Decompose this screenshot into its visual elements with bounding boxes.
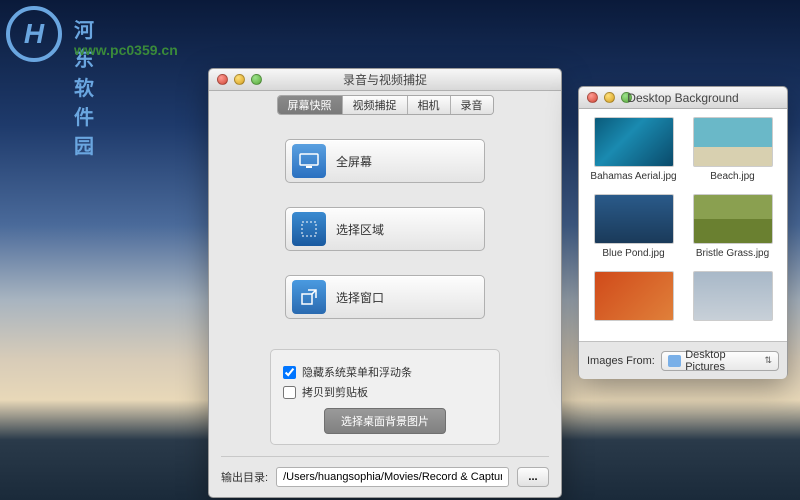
list-item[interactable] bbox=[684, 271, 781, 333]
titlebar[interactable]: 录音与视频捕捉 bbox=[209, 69, 561, 91]
images-from-label: Images From: bbox=[587, 355, 655, 367]
image-thumb bbox=[693, 117, 773, 167]
image-thumb bbox=[594, 117, 674, 167]
window-button[interactable]: 选择窗口 bbox=[285, 275, 485, 319]
window-title: Desktop Background bbox=[579, 91, 787, 105]
image-thumb bbox=[693, 271, 773, 321]
list-item[interactable]: Bahamas Aerial.jpg bbox=[585, 117, 682, 190]
tab-audio[interactable]: 录音 bbox=[451, 96, 493, 114]
hide-menu-label: 隐藏系统菜单和浮动条 bbox=[302, 364, 412, 380]
capture-window: 录音与视频捕捉 屏幕快照 视频捕捉 相机 录音 全屏幕 选择区域 选择窗口 bbox=[208, 68, 562, 498]
watermark-url: www.pc0359.cn bbox=[74, 42, 178, 58]
region-button[interactable]: 选择区域 bbox=[285, 207, 485, 251]
thumb-caption: Bristle Grass.jpg bbox=[696, 248, 769, 259]
thumb-caption: Blue Pond.jpg bbox=[602, 248, 664, 259]
tab-bar: 屏幕快照 视频捕捉 相机 录音 bbox=[209, 91, 561, 119]
tab-video[interactable]: 视频捕捉 bbox=[343, 96, 408, 114]
monitor-icon bbox=[292, 144, 326, 178]
watermark-brand: 河东软件园 bbox=[74, 14, 94, 159]
window-select-icon bbox=[292, 280, 326, 314]
browse-button[interactable]: ... bbox=[517, 467, 549, 487]
folder-icon bbox=[668, 355, 681, 367]
selection-icon bbox=[292, 212, 326, 246]
list-item[interactable]: Blue Pond.jpg bbox=[585, 194, 682, 267]
hide-menu-check[interactable]: 隐藏系统菜单和浮动条 bbox=[283, 364, 487, 380]
region-label: 选择区域 bbox=[336, 221, 384, 238]
watermark-logo: H 河东软件园 www.pc0359.cn bbox=[6, 6, 62, 62]
tab-screenshot[interactable]: 屏幕快照 bbox=[278, 96, 343, 114]
list-item[interactable]: Bristle Grass.jpg bbox=[684, 194, 781, 267]
thumb-caption: Bahamas Aerial.jpg bbox=[590, 171, 676, 182]
list-item[interactable]: Beach.jpg bbox=[684, 117, 781, 190]
image-thumb bbox=[693, 194, 773, 244]
copy-clipboard-check[interactable]: 拷贝到剪贴板 bbox=[283, 384, 487, 400]
thumbnail-grid: Bahamas Aerial.jpg Beach.jpg Blue Pond.j… bbox=[579, 109, 787, 341]
tab-camera[interactable]: 相机 bbox=[408, 96, 451, 114]
window-title: 录音与视频捕捉 bbox=[209, 71, 561, 88]
titlebar[interactable]: Desktop Background bbox=[579, 87, 787, 109]
output-path-input[interactable] bbox=[276, 467, 509, 487]
desktop-bg-window: Desktop Background Bahamas Aerial.jpg Be… bbox=[578, 86, 788, 378]
copy-clipboard-checkbox[interactable] bbox=[283, 386, 296, 399]
fullscreen-label: 全屏幕 bbox=[336, 153, 372, 170]
choose-bg-button[interactable]: 选择桌面背景图片 bbox=[324, 408, 446, 434]
chevron-updown-icon: ⇅ bbox=[764, 355, 772, 366]
list-item[interactable] bbox=[585, 271, 682, 333]
hide-menu-checkbox[interactable] bbox=[283, 366, 296, 379]
folder-combo[interactable]: Desktop Pictures ⇅ bbox=[661, 351, 779, 371]
copy-clipboard-label: 拷贝到剪贴板 bbox=[302, 384, 368, 400]
folder-name: Desktop Pictures bbox=[685, 349, 764, 373]
fullscreen-button[interactable]: 全屏幕 bbox=[285, 139, 485, 183]
output-label: 输出目录: bbox=[221, 469, 268, 485]
image-thumb bbox=[594, 194, 674, 244]
options-group: 隐藏系统菜单和浮动条 拷贝到剪贴板 选择桌面背景图片 bbox=[270, 349, 500, 445]
image-thumb bbox=[594, 271, 674, 321]
thumb-caption: Beach.jpg bbox=[710, 171, 754, 182]
window-label: 选择窗口 bbox=[336, 289, 384, 306]
